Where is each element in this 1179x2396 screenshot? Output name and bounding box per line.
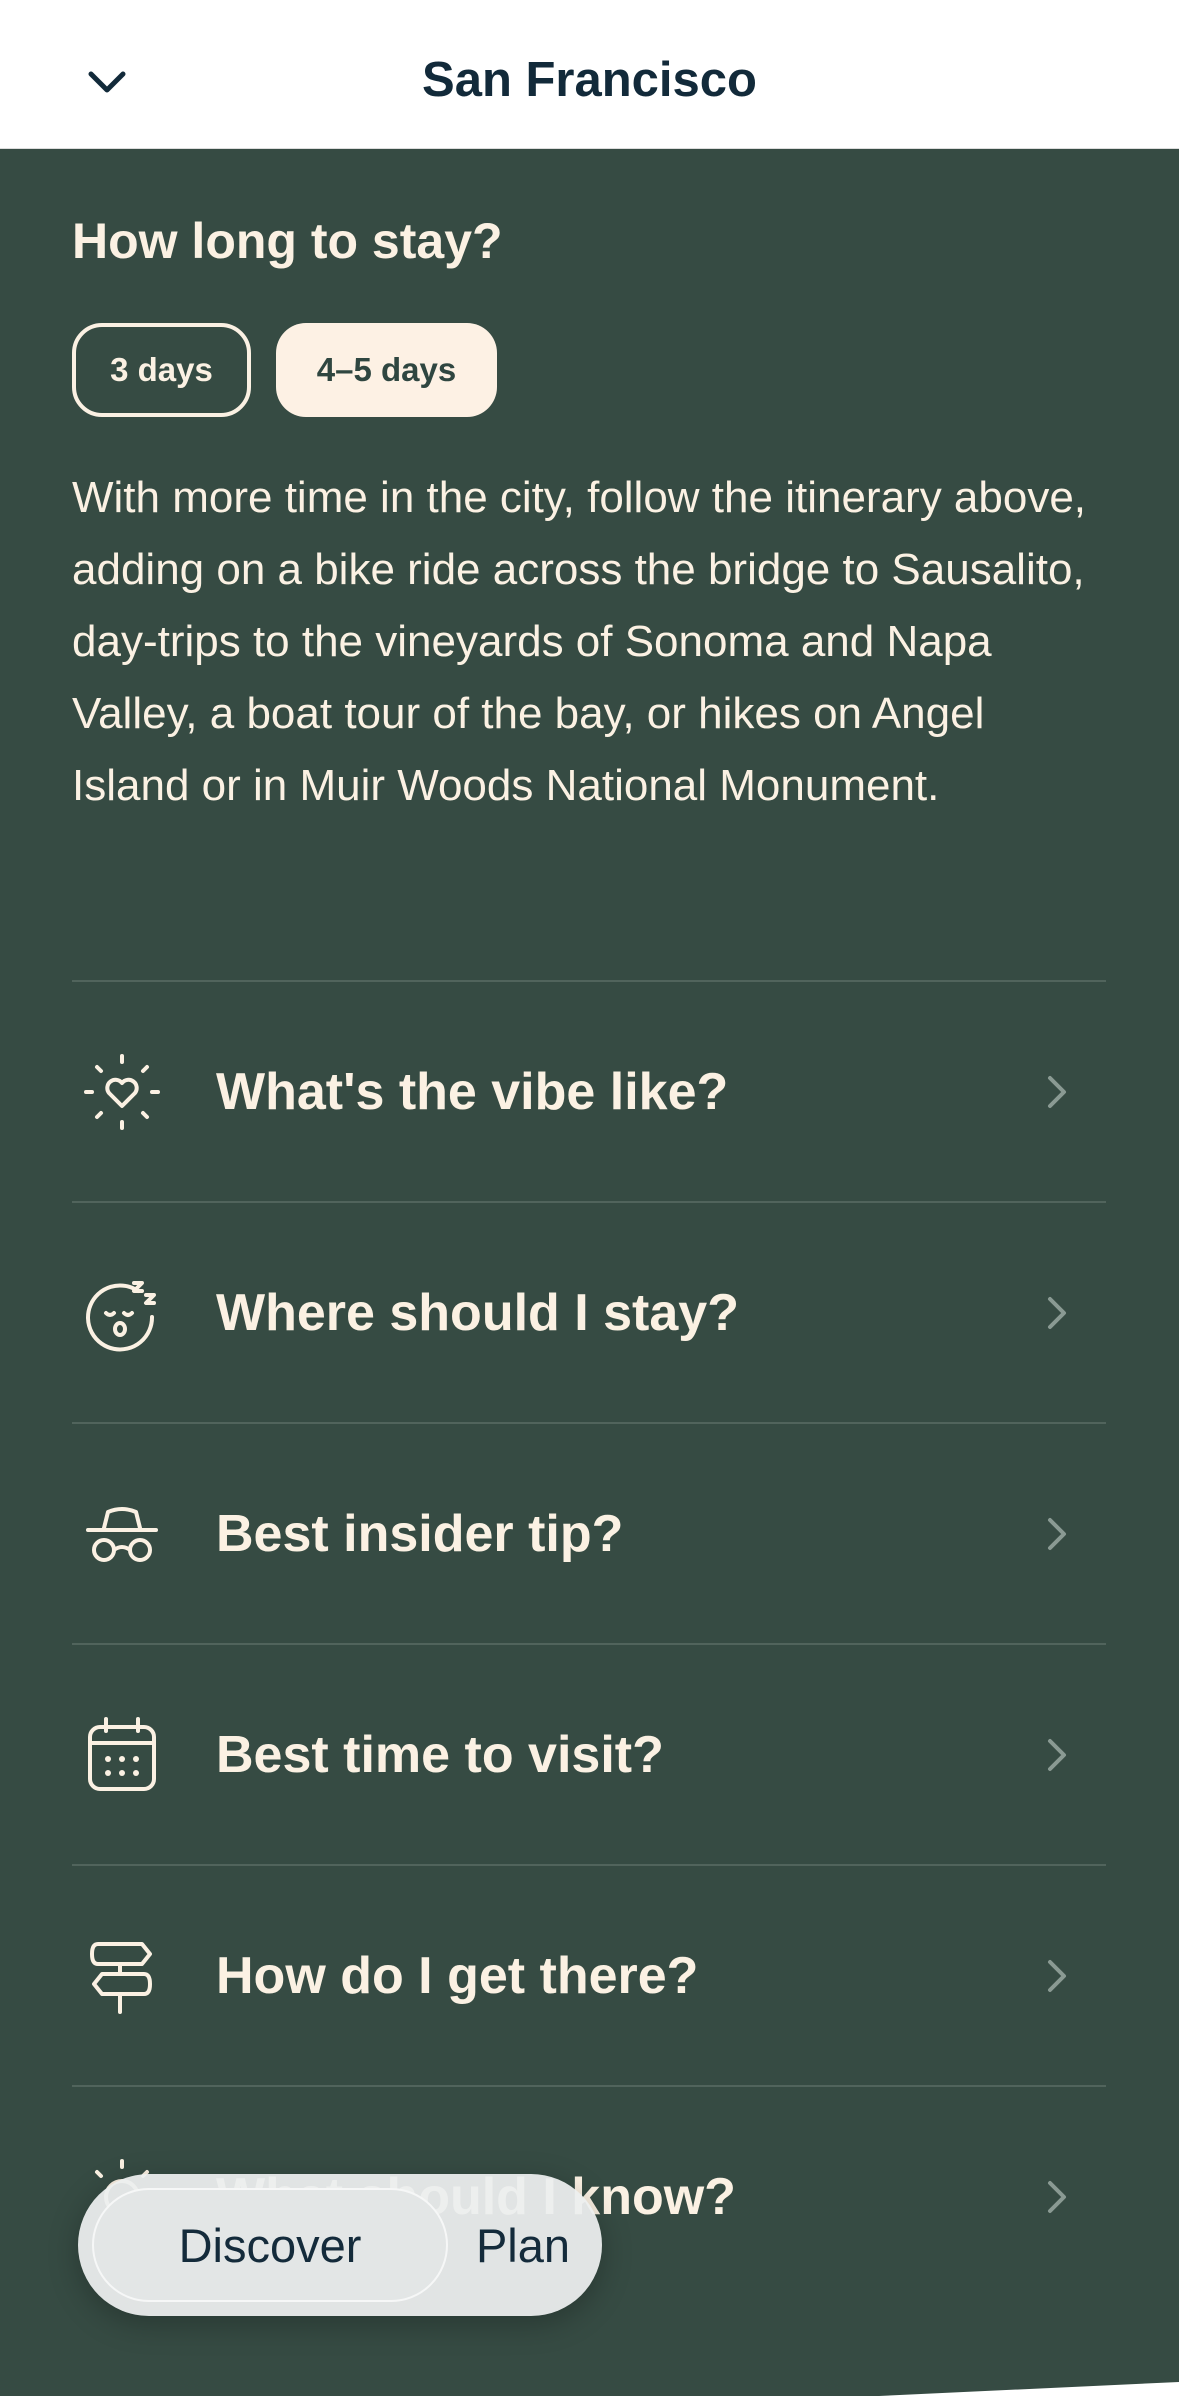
faq-label: How do I get there?: [216, 1947, 699, 2005]
sleeping-face-icon: [86, 1281, 156, 1352]
faq-label: Best time to visit?: [216, 1726, 664, 1784]
chevron-right-icon: [1048, 1076, 1066, 1108]
faq-label: What's the vibe like?: [216, 1063, 729, 1121]
faq-item-best-time[interactable]: Best time to visit?: [72, 1643, 1106, 1864]
faq-item-getting-there[interactable]: How do I get there?: [72, 1864, 1106, 2085]
faq-label: Where should I stay?: [216, 1284, 739, 1342]
chevron-right-icon: [1048, 2181, 1066, 2213]
incognito-icon: [86, 1507, 158, 1562]
faq-item-vibe[interactable]: What's the vibe like?: [72, 980, 1106, 1201]
stay-description: With more time in the city, follow the i…: [72, 473, 1087, 810]
nav-discover-tab[interactable]: Discover: [92, 2188, 448, 2302]
option-3-days[interactable]: 3 days: [72, 323, 251, 417]
option-4-5-days[interactable]: 4–5 days: [276, 323, 497, 417]
chevron-right-icon: [1048, 1960, 1066, 1992]
chevron-right-icon: [1048, 1518, 1066, 1550]
faq-item-insider-tip[interactable]: Best insider tip?: [72, 1422, 1106, 1643]
nav-plan-tab[interactable]: Plan: [458, 2188, 588, 2302]
sparkle-heart-icon: [84, 1054, 160, 1130]
chevron-right-icon: [1048, 1297, 1066, 1329]
bottom-nav: Discover Plan: [78, 2174, 602, 2316]
faq-list: What's the vibe like? Where should I sta…: [72, 980, 1106, 2306]
page-title: San Francisco: [422, 53, 757, 107]
calendar-icon: [88, 1717, 156, 1791]
faq-item-stay[interactable]: Where should I stay?: [72, 1201, 1106, 1422]
chevron-right-icon: [1048, 1739, 1066, 1771]
faq-label: Best insider tip?: [216, 1505, 624, 1563]
sheet-corner: [879, 2382, 1179, 2396]
top-bar: San Francisco: [0, 0, 1179, 149]
signpost-icon: [90, 1942, 152, 2014]
stay-heading: How long to stay?: [72, 213, 503, 269]
